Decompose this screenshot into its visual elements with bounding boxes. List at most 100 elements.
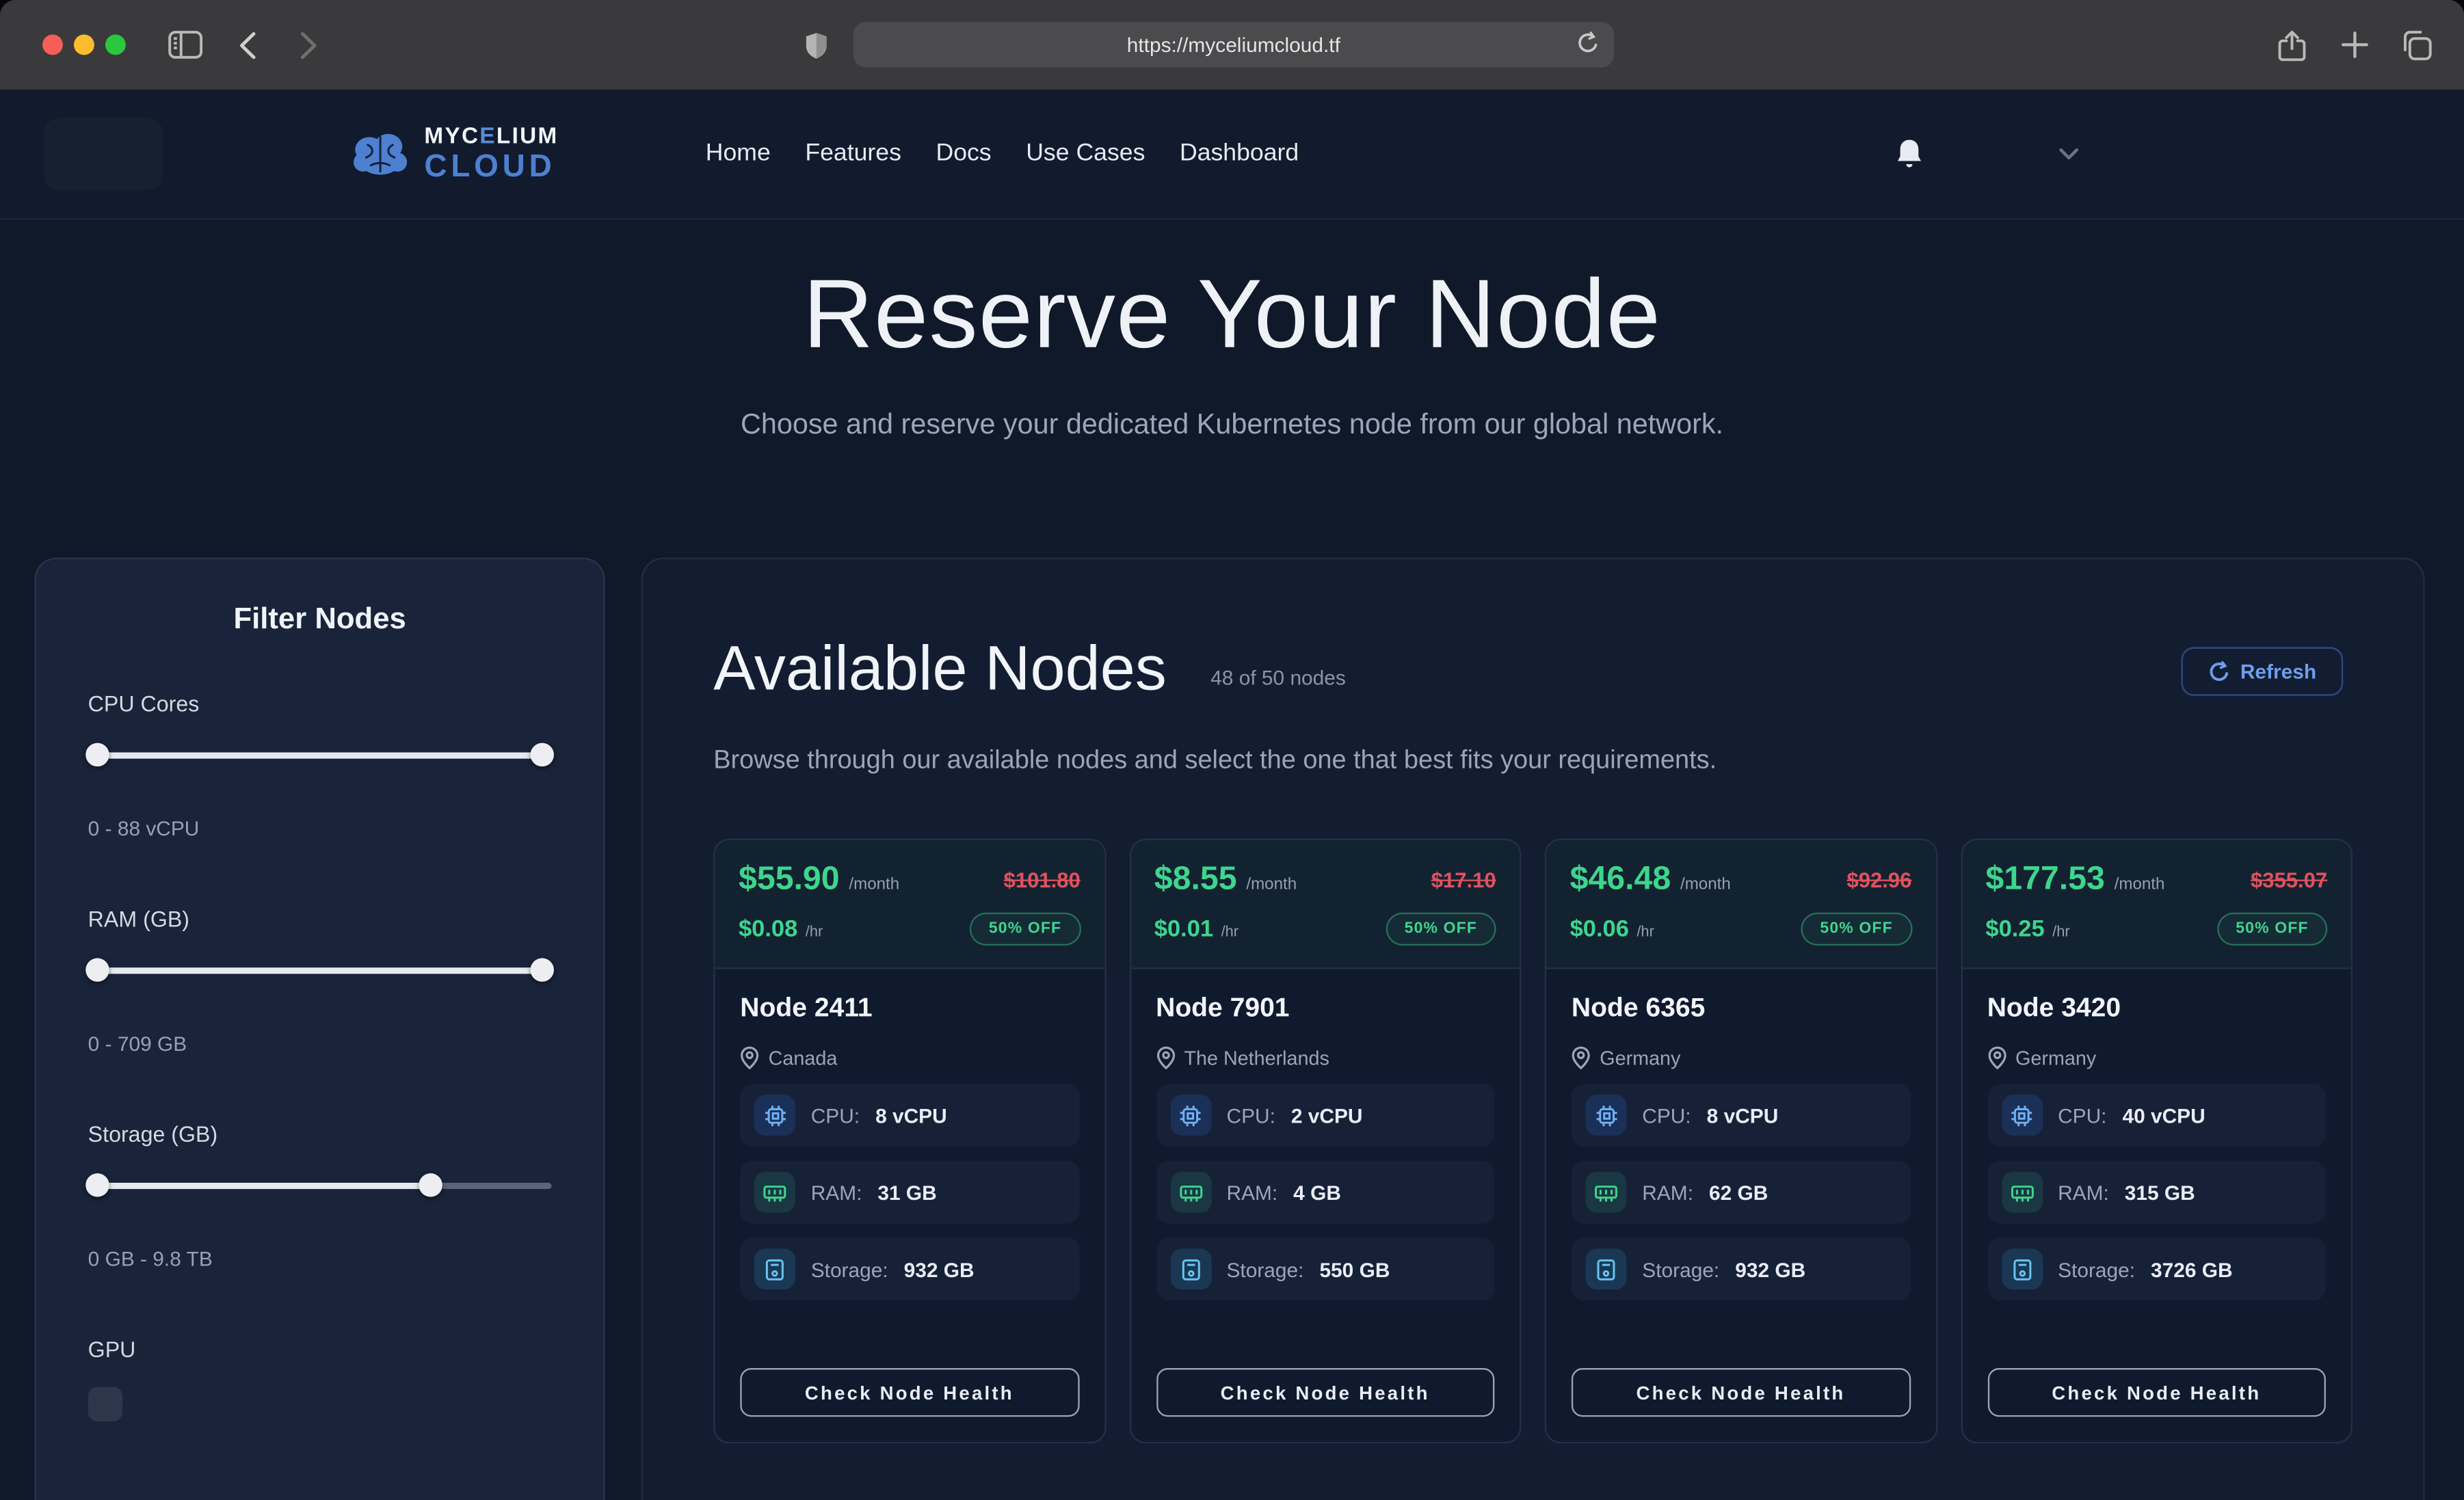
notifications-bell-icon[interactable] xyxy=(1895,138,1923,170)
filter-range-storage: 0 GB - 9.8 TB xyxy=(88,1247,552,1270)
zoom-window-button[interactable] xyxy=(105,35,126,55)
panel-title: Available Nodes xyxy=(713,634,1167,705)
storage-spec-row: Storage: 932 GB xyxy=(1572,1237,1910,1300)
ram-value: 31 GB xyxy=(877,1180,936,1203)
nav-link-use-cases[interactable]: Use Cases xyxy=(1026,139,1145,168)
check-node-health-button[interactable]: Check Node Health xyxy=(1156,1368,1494,1417)
sidebar-toggle-icon[interactable] xyxy=(168,30,203,60)
ram-slider[interactable] xyxy=(88,958,552,981)
refresh-icon xyxy=(2208,660,2229,682)
nav-link-home[interactable]: Home xyxy=(706,139,771,168)
discount-badge: 50% OFF xyxy=(1386,913,1496,946)
node-location: Germany xyxy=(2015,1047,2096,1069)
discount-badge: 50% OFF xyxy=(2217,913,2328,946)
cpu-icon xyxy=(1586,1095,1627,1136)
node-card: $8.55/month $17.10 $0.01/hr 50% OFF Node… xyxy=(1129,839,1521,1443)
location-pin-icon xyxy=(740,1046,759,1069)
ram-spec-row: RAM: 4 GB xyxy=(1156,1161,1494,1224)
back-button[interactable] xyxy=(239,31,256,59)
storage-icon xyxy=(754,1248,795,1289)
close-window-button[interactable] xyxy=(42,35,63,55)
cpu-value: 40 vCPU xyxy=(2122,1103,2205,1127)
cpu-icon xyxy=(1170,1095,1211,1136)
new-tab-icon[interactable] xyxy=(2340,30,2370,60)
storage-value: 3726 GB xyxy=(2151,1257,2233,1281)
card-body: Node 7901 The Netherlands CPU: 2 vCPU RA… xyxy=(1130,969,1520,1442)
share-icon[interactable] xyxy=(2277,30,2307,63)
monthly-price: $55.90 xyxy=(739,861,840,898)
address-bar[interactable]: https://myceliumcloud.tf xyxy=(853,22,1614,68)
price-header: $55.90/month $101.80 $0.08/hr 50% OFF xyxy=(715,840,1104,969)
cpu-spec-row: CPU: 40 vCPU xyxy=(1987,1084,2326,1147)
slider-fill xyxy=(88,751,552,758)
slider-handle-max[interactable] xyxy=(531,743,554,766)
ram-spec-row: RAM: 315 GB xyxy=(1987,1161,2326,1224)
discount-badge: 50% OFF xyxy=(1801,913,1912,946)
node-location: The Netherlands xyxy=(1184,1047,1329,1069)
cpu-icon xyxy=(2001,1095,2042,1136)
storage-slider[interactable] xyxy=(88,1173,552,1196)
refresh-button[interactable]: Refresh xyxy=(2181,647,2344,696)
price-header: $46.48/month $92.96 $0.06/hr 50% OFF xyxy=(1546,840,1935,969)
site-navbar: MYCELIUM CLOUD Home Features Docs Use Ca… xyxy=(0,90,2464,220)
page-title: Reserve Your Node xyxy=(0,259,2464,371)
node-name: Node 3420 xyxy=(1987,993,2326,1024)
slider-handle-min[interactable] xyxy=(85,743,109,766)
node-name: Node 7901 xyxy=(1156,993,1494,1024)
ram-value: 62 GB xyxy=(1709,1180,1768,1203)
logo-text: MYCELIUM CLOUD xyxy=(424,126,558,182)
cpu-icon xyxy=(754,1095,795,1136)
filter-label-ram: RAM (GB) xyxy=(88,907,552,932)
gpu-checkbox[interactable] xyxy=(88,1387,123,1422)
screenshot-stage: https://myceliumcloud.tf xyxy=(0,0,2464,1500)
original-price: $17.10 xyxy=(1431,868,1496,891)
tab-overview-icon[interactable] xyxy=(2400,30,2433,62)
slider-handle-min[interactable] xyxy=(85,958,109,981)
slider-fill xyxy=(97,1182,431,1188)
forward-button[interactable] xyxy=(300,31,317,59)
slider-handle-max[interactable] xyxy=(419,1173,442,1196)
filter-panel: Filter Nodes CPU Cores 0 - 88 vCPU RAM (… xyxy=(35,558,605,1500)
ram-value: 315 GB xyxy=(2125,1180,2195,1203)
storage-icon xyxy=(2001,1248,2042,1289)
hourly-price: $0.25 xyxy=(1985,915,2044,942)
page-subtitle: Choose and reserve your dedicated Kubern… xyxy=(0,408,2464,441)
storage-value: 932 GB xyxy=(1735,1257,1805,1281)
storage-spec-row: Storage: 3726 GB xyxy=(1987,1237,2326,1300)
minimize-window-button[interactable] xyxy=(74,35,94,55)
shield-icon xyxy=(805,31,828,59)
nav-link-dashboard[interactable]: Dashboard xyxy=(1180,139,1299,168)
ram-spec-row: RAM: 31 GB xyxy=(740,1161,1078,1224)
cpu-spec-row: CPU: 2 vCPU xyxy=(1156,1084,1494,1147)
monthly-price: $8.55 xyxy=(1154,861,1237,898)
chevron-down-icon[interactable] xyxy=(2058,148,2079,160)
cpu-spec-row: CPU: 8 vCPU xyxy=(1572,1084,1910,1147)
ram-value: 4 GB xyxy=(1293,1180,1341,1203)
site-logo[interactable]: MYCELIUM CLOUD xyxy=(349,126,558,182)
check-node-health-button[interactable]: Check Node Health xyxy=(740,1368,1078,1417)
hourly-price: $0.01 xyxy=(1154,915,1213,942)
node-name: Node 2411 xyxy=(740,993,1078,1024)
nav-link-features[interactable]: Features xyxy=(805,139,901,168)
check-node-health-button[interactable]: Check Node Health xyxy=(1987,1368,2326,1417)
price-header: $177.53/month $355.07 $0.25/hr 50% OFF xyxy=(1962,840,2351,969)
reload-button[interactable] xyxy=(1576,31,1600,57)
check-node-health-button[interactable]: Check Node Health xyxy=(1572,1368,1910,1417)
nav-ghost-box xyxy=(44,118,163,190)
panel-description: Browse through our available nodes and s… xyxy=(713,746,2353,776)
storage-spec-row: Storage: 932 GB xyxy=(740,1237,1078,1300)
cpu-value: 8 vCPU xyxy=(1707,1103,1779,1127)
location-pin-icon xyxy=(1156,1046,1175,1069)
price-header: $8.55/month $17.10 $0.01/hr 50% OFF xyxy=(1130,840,1520,969)
slider-handle-max[interactable] xyxy=(531,958,554,981)
original-price: $355.07 xyxy=(2251,868,2327,891)
cpu-cores-slider[interactable] xyxy=(88,743,552,766)
nav-link-docs[interactable]: Docs xyxy=(936,139,991,168)
node-card: $55.90/month $101.80 $0.08/hr 50% OFF No… xyxy=(713,839,1105,1443)
filter-label-cpu-cores: CPU Cores xyxy=(88,691,552,716)
hourly-price: $0.06 xyxy=(1570,915,1629,942)
panel-header: Available Nodes 48 of 50 nodes Refresh xyxy=(713,634,2353,705)
ram-icon xyxy=(1170,1172,1211,1213)
original-price: $92.96 xyxy=(1846,868,1911,891)
slider-handle-min[interactable] xyxy=(85,1173,109,1196)
